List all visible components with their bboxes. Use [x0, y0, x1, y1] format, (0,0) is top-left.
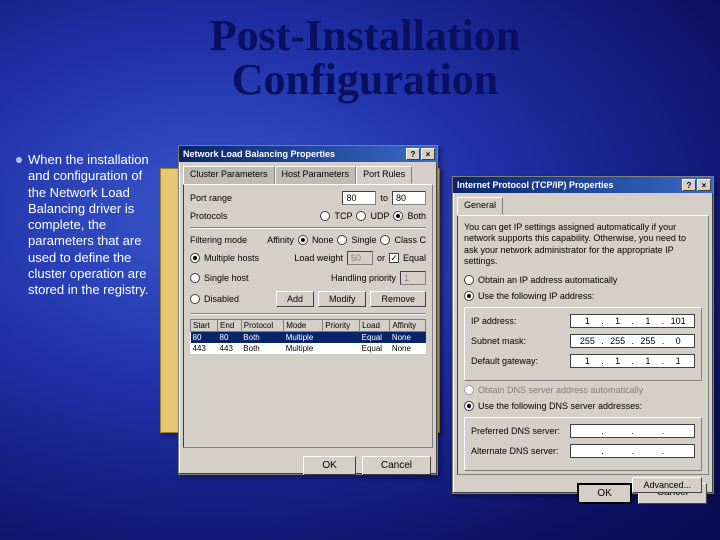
disabled-label: Disabled — [204, 294, 239, 304]
use-ip-label: Use the following IP address: — [478, 291, 594, 301]
bullet-list: When the installation and configuration … — [16, 152, 156, 298]
radio-both[interactable] — [393, 211, 403, 221]
help-icon[interactable]: ? — [682, 179, 696, 191]
both-label: Both — [407, 211, 426, 221]
load-weight-input[interactable]: 50 — [347, 251, 373, 265]
tab-general[interactable]: General — [457, 197, 503, 215]
close-icon[interactable]: × — [421, 148, 435, 160]
add-button[interactable]: Add — [276, 291, 314, 307]
table-row[interactable]: 443443BothMultipleEqualNone — [191, 343, 426, 354]
blurb-text: You can get IP settings assigned automat… — [464, 222, 702, 267]
close-icon[interactable]: × — [697, 179, 711, 191]
none-label: None — [312, 235, 334, 245]
help-icon[interactable]: ? — [406, 148, 420, 160]
single-label: Single — [351, 235, 376, 245]
radio-disabled[interactable] — [190, 294, 200, 304]
default-gateway-input[interactable]: 1.1.1.1 — [570, 354, 695, 368]
col-affinity[interactable]: Affinity — [390, 320, 426, 332]
radio-affinity-classc[interactable] — [380, 235, 390, 245]
modify-button[interactable]: Modify — [318, 291, 367, 307]
alternate-dns-input[interactable]: ... — [570, 444, 695, 458]
nlb-titlebar[interactable]: Network Load Balancing Properties ? × — [179, 146, 437, 162]
radio-udp[interactable] — [356, 211, 366, 221]
default-gateway-label: Default gateway: — [471, 356, 566, 366]
classc-label: Class C — [394, 235, 426, 245]
tab-host-parameters[interactable]: Host Parameters — [275, 166, 357, 184]
single-host-label: Single host — [204, 273, 249, 283]
auto-ip-label: Obtain an IP address automatically — [478, 275, 617, 285]
radio-auto-ip[interactable] — [464, 275, 474, 285]
radio-single-host[interactable] — [190, 273, 200, 283]
tcpip-title: Internet Protocol (TCP/IP) Properties — [457, 180, 614, 190]
nlb-panel: Port range 80 to 80 Protocols TCP UDP Bo… — [183, 184, 433, 448]
preferred-dns-input[interactable]: ... — [570, 424, 695, 438]
port-from-input[interactable]: 80 — [342, 191, 376, 205]
equal-label: Equal — [403, 253, 426, 263]
preferred-dns-label: Preferred DNS server: — [471, 426, 566, 436]
port-to-label: to — [380, 193, 388, 203]
ip-group: IP address: 1.1.1.101 Subnet mask: 255.2… — [464, 307, 702, 381]
col-mode[interactable]: Mode — [284, 320, 323, 332]
nlb-tabs: Cluster Parameters Host Parameters Port … — [183, 166, 437, 184]
tab-port-rules[interactable]: Port Rules — [356, 166, 412, 184]
port-range-label: Port range — [190, 193, 232, 203]
col-start[interactable]: Start — [191, 320, 218, 332]
protocols-label: Protocols — [190, 211, 228, 221]
ok-button[interactable]: OK — [303, 456, 355, 475]
tcp-label: TCP — [334, 211, 352, 221]
use-dns-label: Use the following DNS server addresses: — [478, 401, 642, 411]
multiple-hosts-label: Multiple hosts — [204, 253, 259, 263]
bullet-text: When the installation and configuration … — [28, 152, 156, 298]
col-protocol[interactable]: Protocol — [241, 320, 283, 332]
alternate-dns-label: Alternate DNS server: — [471, 446, 566, 456]
nlb-title: Network Load Balancing Properties — [183, 149, 335, 159]
radio-use-ip[interactable] — [464, 291, 474, 301]
auto-dns-label: Obtain DNS server address automatically — [478, 385, 643, 395]
tcpip-dialog: Internet Protocol (TCP/IP) Properties ? … — [452, 176, 714, 494]
radio-multiple-hosts[interactable] — [190, 253, 200, 263]
filtering-mode-label: Filtering mode — [190, 235, 247, 245]
tcpip-titlebar[interactable]: Internet Protocol (TCP/IP) Properties ? … — [453, 177, 713, 193]
port-to-input[interactable]: 80 — [392, 191, 426, 205]
subnet-mask-input[interactable]: 255.255.255.0 — [570, 334, 695, 348]
or-label: or — [377, 253, 385, 263]
cancel-button[interactable]: Cancel — [362, 456, 431, 475]
handling-priority-input[interactable]: 1 — [400, 271, 426, 285]
radio-auto-dns — [464, 385, 474, 395]
advanced-button[interactable]: Advanced... — [632, 477, 702, 493]
handling-priority-label: Handling priority — [331, 273, 396, 283]
col-end[interactable]: End — [218, 320, 242, 332]
affinity-label: Affinity — [267, 235, 294, 245]
udp-label: UDP — [370, 211, 389, 221]
load-weight-label: Load weight — [294, 253, 343, 263]
radio-tcp[interactable] — [320, 211, 330, 221]
checkbox-equal[interactable]: ✓ — [389, 253, 399, 263]
slide-title: Post-Installation Configuration — [175, 14, 555, 102]
tab-cluster-parameters[interactable]: Cluster Parameters — [183, 166, 275, 184]
radio-affinity-single[interactable] — [337, 235, 347, 245]
col-load[interactable]: Load — [360, 320, 390, 332]
bullet-dot-icon — [16, 157, 22, 163]
remove-button[interactable]: Remove — [370, 291, 426, 307]
dns-group: Preferred DNS server: ... Alternate DNS … — [464, 417, 702, 471]
tcpip-panel: You can get IP settings assigned automat… — [457, 215, 709, 475]
radio-use-dns[interactable] — [464, 401, 474, 411]
table-row[interactable]: 8080BothMultipleEqualNone — [191, 332, 426, 344]
subnet-mask-label: Subnet mask: — [471, 336, 566, 346]
radio-affinity-none[interactable] — [298, 235, 308, 245]
col-priority[interactable]: Priority — [323, 320, 360, 332]
port-rules-table[interactable]: Start End Protocol Mode Priority Load Af… — [190, 319, 426, 354]
nlb-dialog: Network Load Balancing Properties ? × Cl… — [178, 145, 438, 475]
ip-address-input[interactable]: 1.1.1.101 — [570, 314, 695, 328]
ip-address-label: IP address: — [471, 316, 566, 326]
